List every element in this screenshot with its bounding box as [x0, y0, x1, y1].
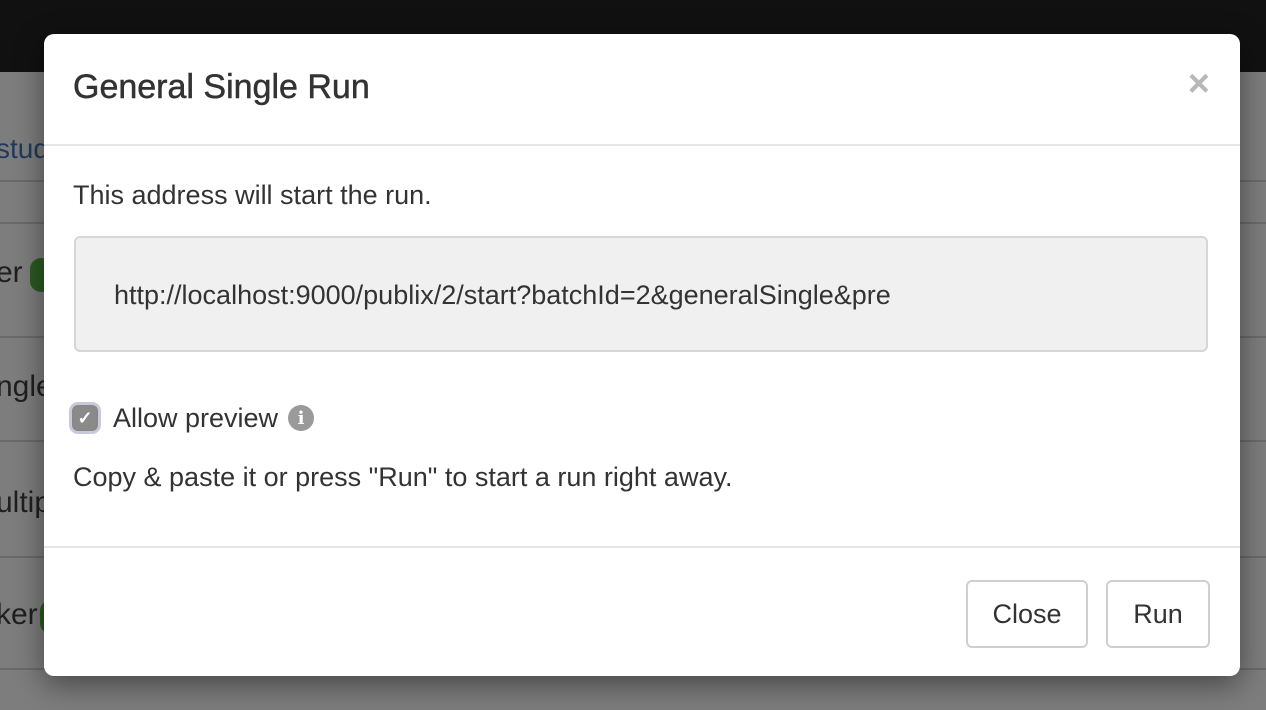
info-icon[interactable]: i [288, 405, 315, 431]
allow-preview-checkbox[interactable]: ✓ [72, 405, 98, 431]
intro-text: This address will start the run. [73, 180, 432, 210]
dialog-header: General Single Run × [44, 34, 1240, 146]
close-icon[interactable]: × [1188, 64, 1210, 104]
general-single-run-dialog: General Single Run × This address will s… [44, 34, 1240, 676]
close-button[interactable]: Close [966, 580, 1088, 648]
background-link-fragment: stud [0, 133, 49, 164]
allow-preview-row: ✓ Allow preview i [72, 400, 315, 436]
background-text-fragment: ker [0, 598, 38, 631]
background-text-fragment: er [0, 256, 23, 289]
allow-preview-label[interactable]: Allow preview [113, 403, 278, 434]
run-url-field[interactable]: http://localhost:9000/publix/2/start?bat… [74, 236, 1208, 352]
checkmark-icon: ✓ [77, 407, 93, 428]
run-button[interactable]: Run [1106, 580, 1210, 648]
dialog-body: This address will start the run. http://… [44, 146, 1240, 546]
dialog-title: General Single Run [73, 68, 370, 107]
hint-text: Copy & paste it or press "Run" to start … [73, 462, 733, 492]
dialog-footer: Close Run [44, 546, 1240, 676]
